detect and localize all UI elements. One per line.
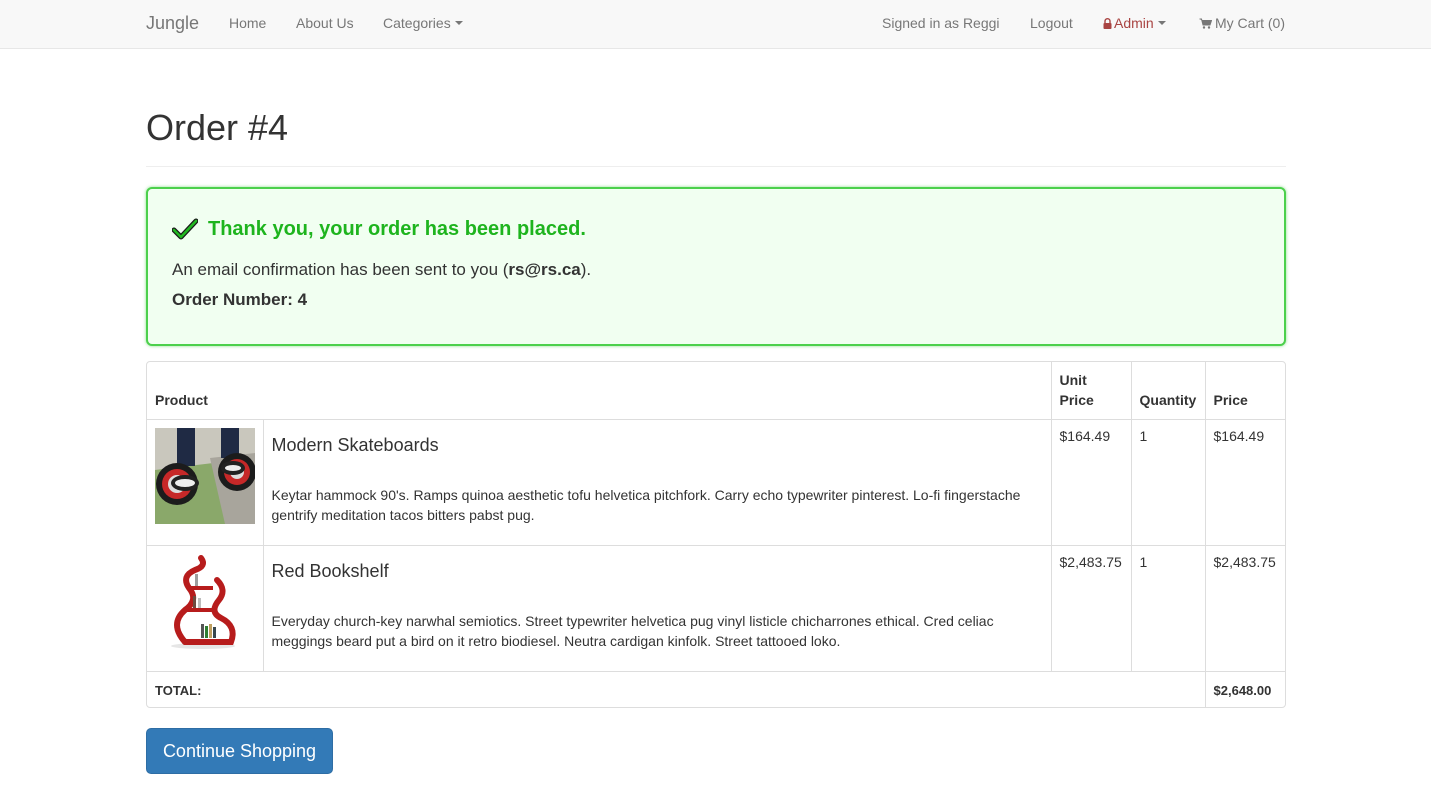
header-unit-price-line2: Price	[1059, 392, 1094, 408]
title-divider	[146, 166, 1286, 167]
brand-link[interactable]: Jungle	[146, 0, 199, 48]
nav-admin[interactable]: Admin	[1103, 0, 1166, 48]
quantity-cell: 1	[1130, 545, 1206, 672]
nav-admin-label: Admin	[1114, 15, 1154, 31]
page-title: Order #4	[146, 107, 289, 148]
product-description: Keytar hammock 90's. Ramps quinoa aesthe…	[271, 487, 1021, 523]
product-image-cell	[147, 545, 264, 672]
lock-icon	[1103, 18, 1112, 29]
nav-cart-label: My Cart (0)	[1215, 15, 1285, 31]
price-cell: $2,483.75	[1204, 545, 1285, 672]
chevron-down-icon	[1157, 21, 1166, 26]
email-suffix: ).	[580, 260, 592, 279]
header-quantity: Quantity	[1130, 362, 1206, 420]
product-image-cell	[147, 419, 264, 546]
total-row: TOTAL: $2,648.00	[147, 671, 1285, 707]
nav-categories[interactable]: Categories	[383, 0, 463, 48]
unit-price-cell: $2,483.75	[1050, 545, 1132, 672]
header-product: Product	[147, 362, 1052, 420]
alert-heading: Thank you, your order has been placed.	[208, 218, 586, 240]
nav-about[interactable]: About Us	[296, 0, 354, 48]
total-value: $2,648.00	[1204, 671, 1285, 707]
table-row: Red Bookshelf Everyday church-key narwha…	[147, 545, 1285, 672]
order-table: Product Unit Price Quantity Price Modern…	[146, 361, 1286, 708]
nav-logout[interactable]: Logout	[1030, 0, 1073, 48]
nav-categories-label: Categories	[383, 15, 451, 31]
product-info-cell: Red Bookshelf Everyday church-key narwha…	[262, 545, 1052, 672]
price-cell: $164.49	[1204, 419, 1285, 546]
top-navbar: Jungle Home About Us Categories Signed i…	[0, 0, 1431, 49]
unit-price-cell: $164.49	[1050, 419, 1132, 546]
nav-home[interactable]: Home	[229, 0, 266, 48]
order-number: Order Number: 4	[172, 290, 308, 309]
total-label: TOTAL:	[147, 671, 1206, 707]
email-address: rs@rs.ca	[508, 260, 581, 279]
continue-shopping-button[interactable]: Continue Shopping	[146, 728, 333, 774]
order-success-alert: Thank you, your order has been placed. A…	[146, 187, 1286, 346]
table-row: Modern Skateboards Keytar hammock 90's. …	[147, 419, 1285, 546]
product-name: Modern Skateboards	[271, 435, 439, 455]
header-unit-price-line1: Unit	[1059, 372, 1087, 388]
quantity-cell: 1	[1130, 419, 1206, 546]
email-confirmation-text: An email confirmation has been sent to y…	[172, 260, 591, 280]
signed-in-label: Signed in as Reggi	[882, 15, 1000, 31]
header-price: Price	[1204, 362, 1285, 420]
product-info-cell: Modern Skateboards Keytar hammock 90's. …	[262, 419, 1052, 546]
product-name: Red Bookshelf	[271, 561, 389, 581]
bookshelf-image	[155, 554, 255, 650]
skateboard-image	[155, 428, 255, 524]
product-description: Everyday church-key narwhal semiotics. S…	[271, 613, 994, 649]
chevron-down-icon	[454, 21, 463, 26]
table-header-row: Product Unit Price Quantity Price	[147, 362, 1285, 420]
checkmark-icon	[172, 218, 198, 240]
email-prefix: An email confirmation has been sent to y…	[172, 260, 509, 279]
header-unit-price: Unit Price	[1050, 362, 1132, 420]
nav-cart[interactable]: My Cart (0)	[1199, 0, 1285, 48]
cart-icon	[1199, 18, 1212, 29]
